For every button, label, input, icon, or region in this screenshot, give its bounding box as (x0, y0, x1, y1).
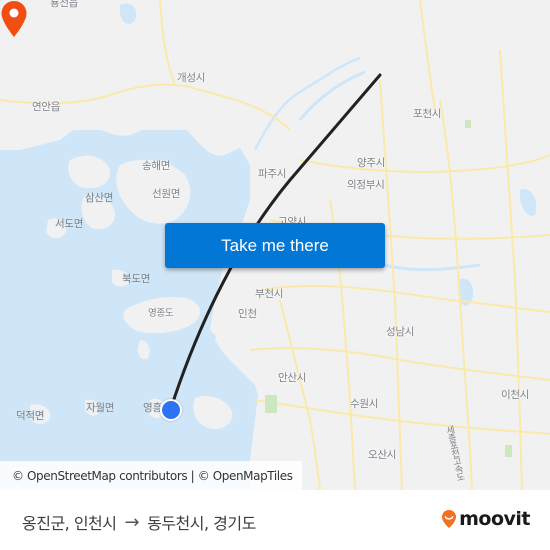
place-label: 영흥 (143, 402, 162, 414)
take-me-there-button[interactable]: Take me there (165, 223, 385, 268)
place-label: 파주시 (258, 168, 287, 180)
park (465, 120, 471, 128)
place-label: 성남시 (386, 326, 415, 338)
attribution-text[interactable]: © OpenStreetMap contributors | © OpenMap… (12, 469, 293, 483)
park (505, 445, 512, 457)
place-label: 의정부시 (347, 179, 385, 191)
arrow-right-icon: → (124, 511, 140, 533)
place-label: 영종도 (148, 308, 174, 319)
map-attribution[interactable]: © OpenStreetMap contributors | © OpenMap… (0, 461, 302, 490)
map[interactable]: 룡천읍 개성시 연안읍 송해면 선원면 삼산면 서도면 파주시 고양시 양주시 … (0, 0, 550, 490)
place-label: 안산시 (278, 372, 307, 384)
place-label: 북도면 (122, 273, 151, 285)
place-label: 이천시 (501, 389, 530, 401)
place-label: 서도면 (55, 218, 84, 230)
mainland (0, 0, 550, 130)
destination-pin-icon[interactable] (0, 0, 28, 38)
place-label: 자월면 (86, 402, 115, 414)
place-label: 부천시 (255, 288, 284, 300)
moovit-pin-icon (442, 510, 457, 528)
route-summary: 옹진군, 인천시 → 동두천시, 경기도 (22, 510, 256, 534)
place-label: 오산시 (368, 449, 397, 461)
place-label: 덕적면 (16, 410, 45, 422)
place-label: 인천 (238, 308, 257, 320)
origin-name: 옹진군, 인천시 (22, 514, 117, 533)
place-label: 삼산면 (85, 192, 114, 204)
origin-dot[interactable] (160, 399, 182, 421)
place-label: 연안읍 (32, 101, 61, 113)
footer: 옹진군, 인천시 → 동두천시, 경기도 moovit (0, 490, 550, 550)
place-label: 양주시 (357, 157, 386, 169)
place-label: 포천시 (413, 108, 442, 120)
destination-name: 동두천시, 경기도 (147, 514, 256, 533)
place-label: 룡천읍 (50, 0, 79, 9)
brand-name: moovit (459, 508, 530, 530)
park (265, 395, 277, 413)
place-label: 수원시 (350, 398, 379, 410)
place-label: 개성시 (177, 72, 206, 84)
moovit-logo[interactable]: moovit (441, 508, 530, 530)
place-label: 선원면 (152, 188, 181, 200)
place-label: 송해면 (142, 160, 171, 172)
